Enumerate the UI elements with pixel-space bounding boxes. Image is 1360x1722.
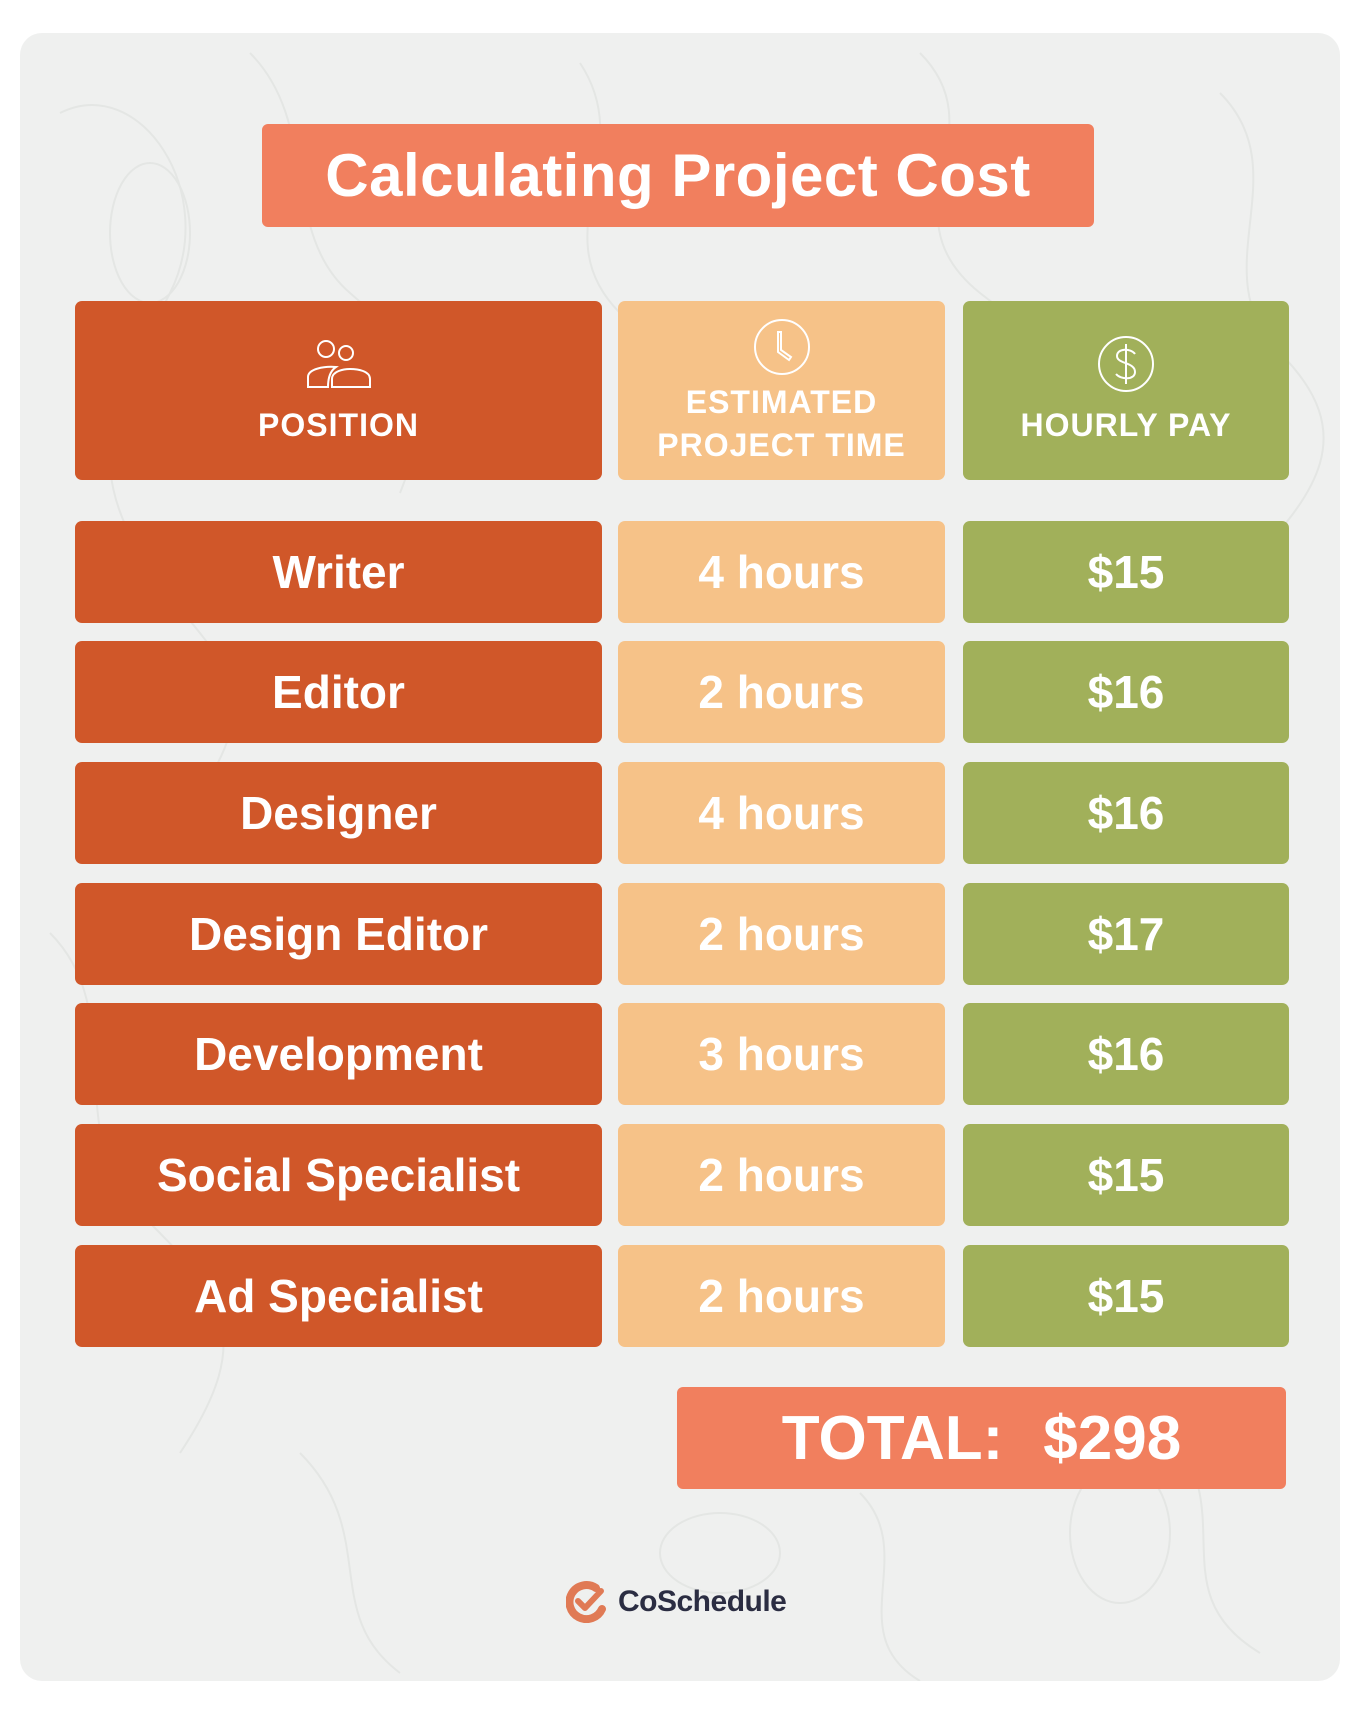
position-cell: Editor (75, 641, 602, 743)
dollar-icon (1098, 336, 1154, 392)
position-cell: Development (75, 1003, 602, 1105)
header-time: ESTIMATED PROJECT TIME (618, 301, 945, 480)
brand-logo: CoSchedule (566, 1581, 787, 1623)
time-cell: 4 hours (618, 521, 945, 623)
title-banner: Calculating Project Cost (262, 124, 1094, 227)
brand-name: CoSchedule (618, 1585, 787, 1618)
people-icon (306, 340, 371, 388)
header-pay-label: HOURLY PAY (1020, 407, 1232, 443)
pay-cell: $16 (963, 641, 1289, 743)
position-cell: Social Specialist (75, 1124, 602, 1226)
time-cell: 2 hours (618, 883, 945, 985)
pay-cell: $15 (963, 1124, 1289, 1226)
pay-cell: $16 (963, 762, 1289, 864)
header-pay: HOURLY PAY (963, 301, 1289, 480)
coschedule-check-icon (566, 1581, 606, 1623)
time-cell: 3 hours (618, 1003, 945, 1105)
time-cell: 4 hours (618, 762, 945, 864)
header-position-label: POSITION (258, 407, 419, 443)
pay-cell: $15 (963, 1245, 1289, 1347)
header-time-label-line2: PROJECT TIME (657, 426, 906, 463)
header-time-label-line1: ESTIMATED (685, 383, 878, 420)
pay-cell: $16 (963, 1003, 1289, 1105)
position-cell: Ad Specialist (75, 1245, 602, 1347)
time-cell: 2 hours (618, 1245, 945, 1347)
position-cell: Writer (75, 521, 602, 623)
header-position: POSITION (75, 301, 602, 480)
total-label: TOTAL: (781, 1403, 1004, 1473)
pay-cell: $17 (963, 883, 1289, 985)
time-cell: 2 hours (618, 1124, 945, 1226)
position-cell: Design Editor (75, 883, 602, 985)
page-title: Calculating Project Cost (325, 142, 1031, 209)
total-value: $298 (1043, 1403, 1182, 1473)
pay-cell: $15 (963, 521, 1289, 623)
total-banner: TOTAL: $298 (677, 1387, 1286, 1489)
time-cell: 2 hours (618, 641, 945, 743)
position-cell: Designer (75, 762, 602, 864)
clock-icon (753, 318, 810, 375)
